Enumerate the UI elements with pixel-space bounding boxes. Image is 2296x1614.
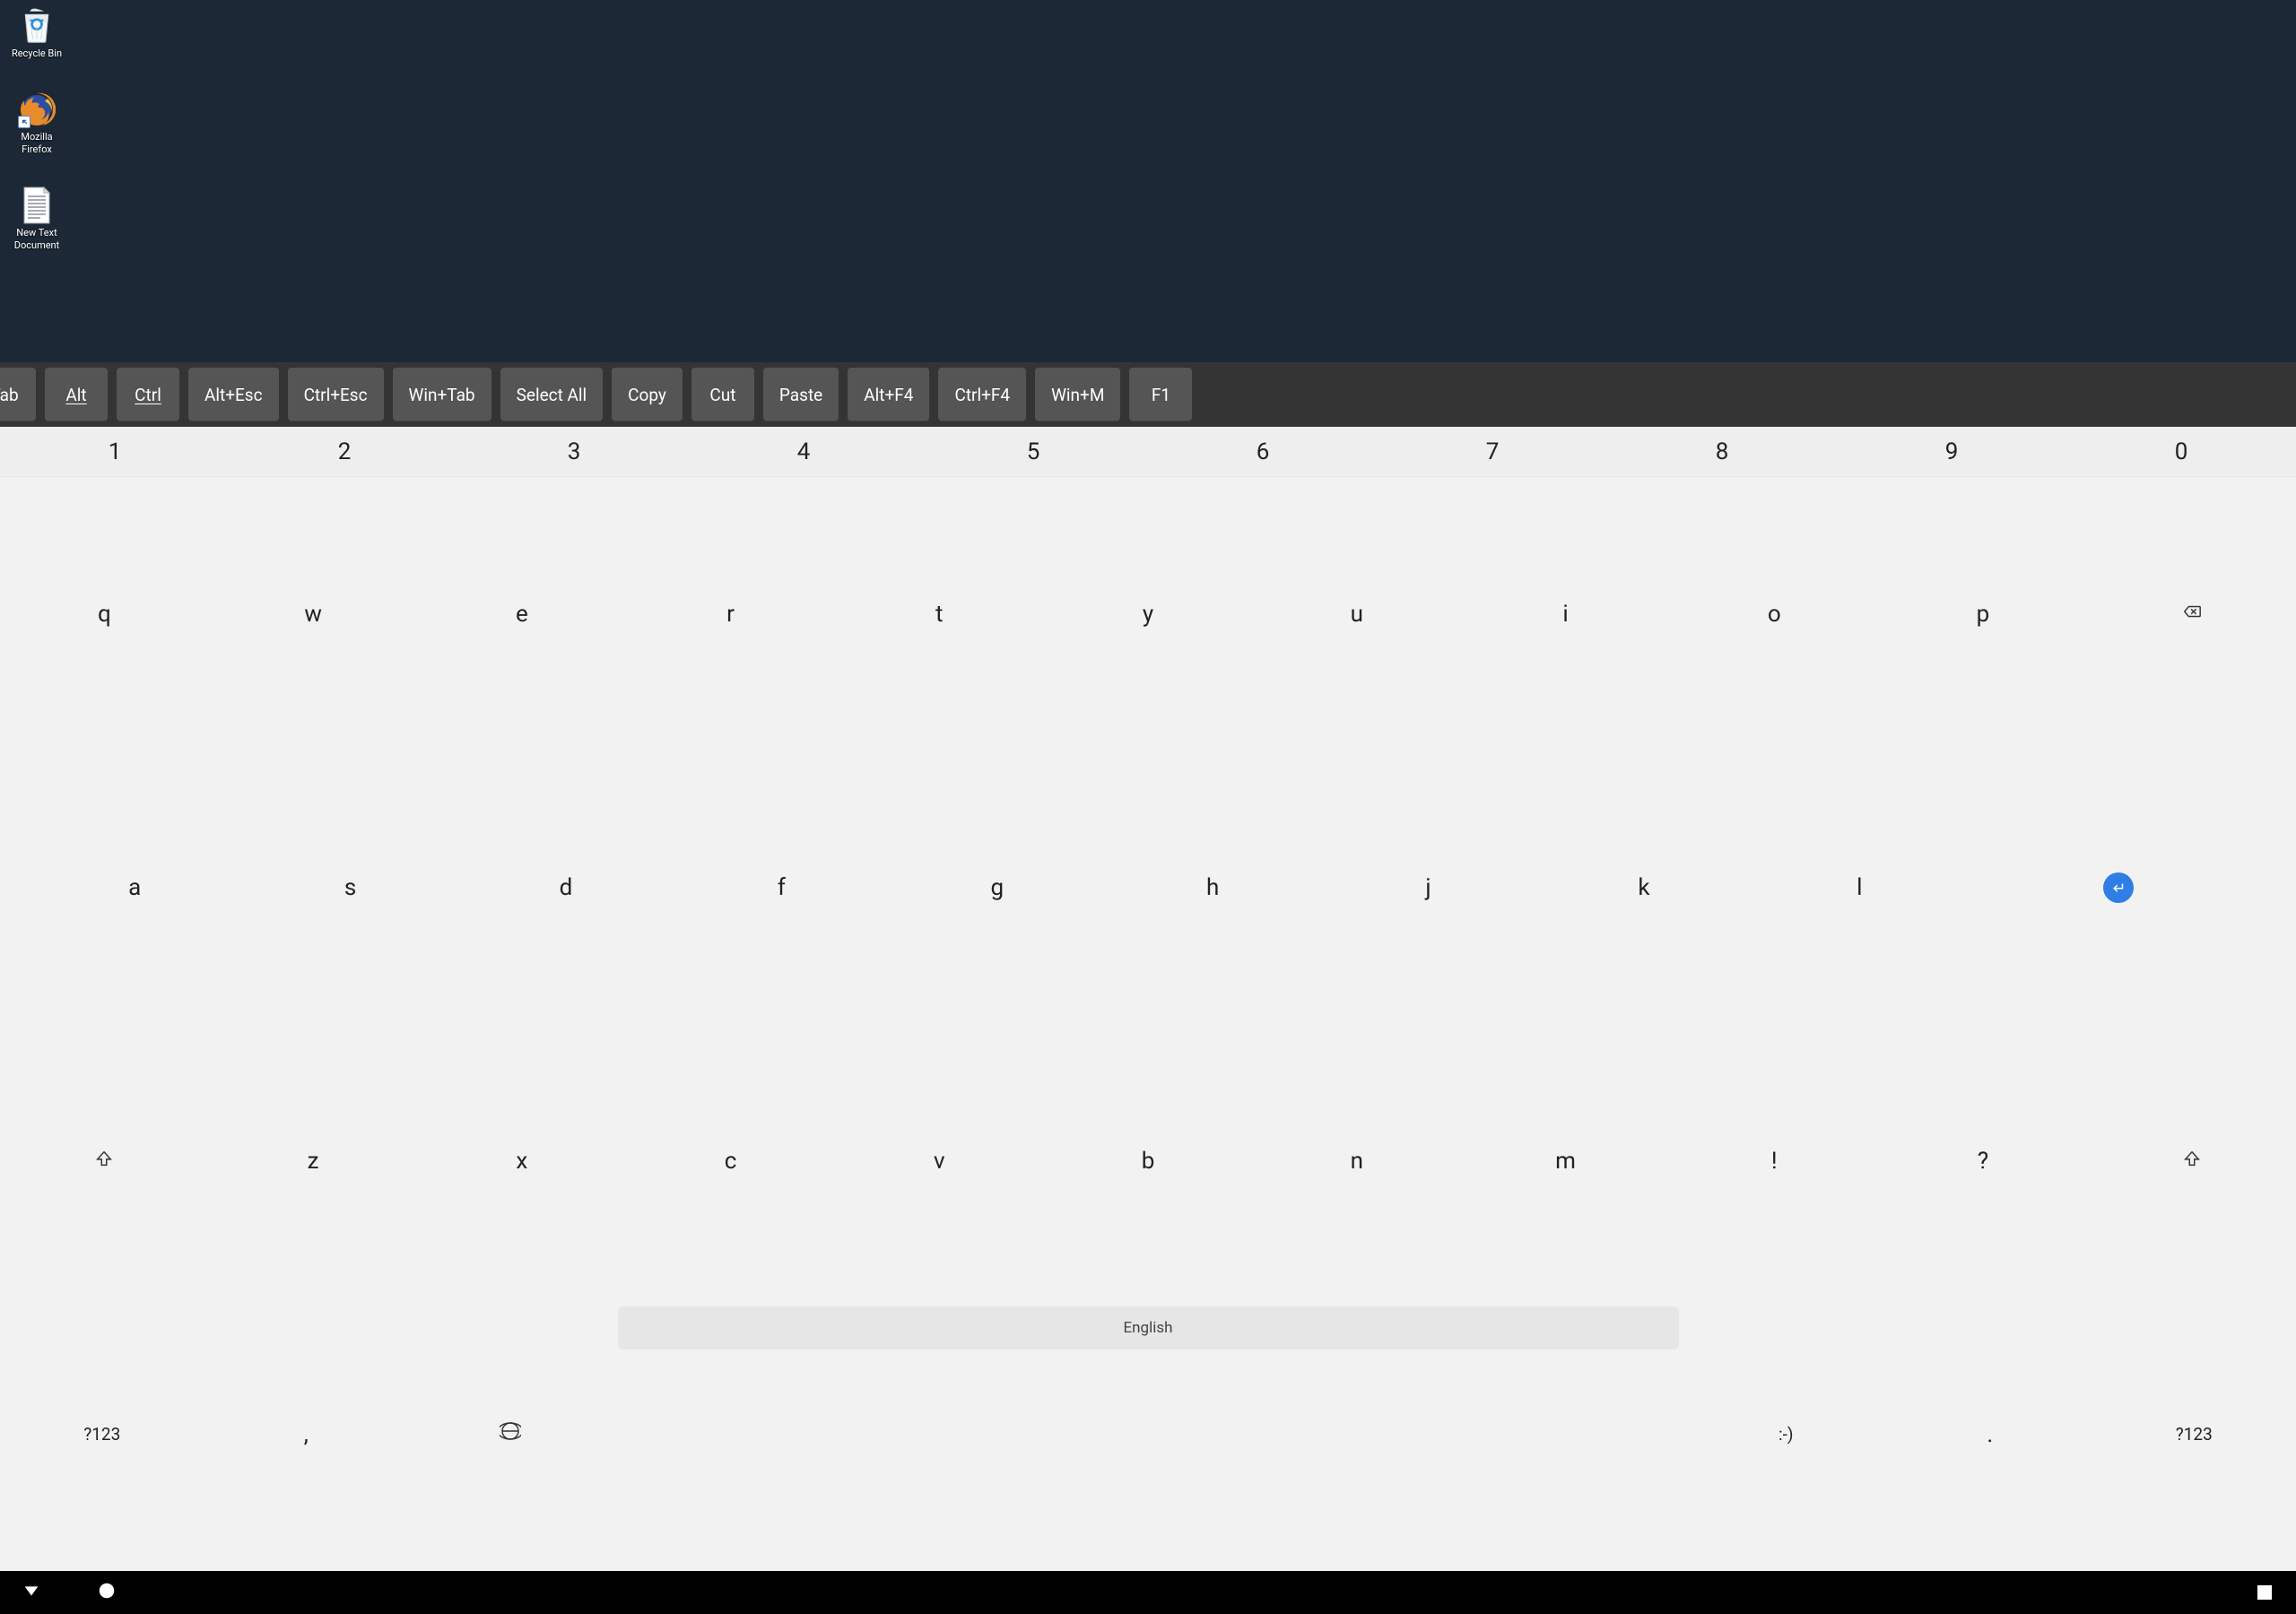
key-o[interactable]: o bbox=[1670, 477, 1879, 751]
remote-desktop[interactable]: Recycle Bin Mozilla Firefox bbox=[0, 0, 2296, 362]
enter-icon bbox=[2103, 872, 2134, 903]
key-s[interactable]: s bbox=[242, 751, 457, 1024]
key-enter[interactable] bbox=[1968, 751, 2270, 1024]
key-h[interactable]: h bbox=[1105, 751, 1320, 1024]
soft-keyboard: 1 2 3 4 5 6 7 8 9 0 q w e r t y u i o p … bbox=[0, 427, 2296, 1571]
key-d[interactable]: d bbox=[458, 751, 674, 1024]
key-y[interactable]: y bbox=[1044, 477, 1253, 751]
desktop-icon-label: New Text Document bbox=[5, 227, 68, 252]
shortcut-key-f1[interactable]: F1 bbox=[1129, 368, 1192, 421]
key-symbols-left[interactable]: ?123 bbox=[0, 1297, 204, 1571]
key-u[interactable]: u bbox=[1252, 477, 1461, 751]
nav-home-button[interactable] bbox=[97, 1583, 117, 1602]
shortcut-key-win-m[interactable]: Win+M bbox=[1035, 368, 1120, 421]
key-j[interactable]: j bbox=[1320, 751, 1535, 1024]
key-period[interactable]: . bbox=[1888, 1297, 2092, 1571]
key-comma[interactable]: , bbox=[204, 1297, 409, 1571]
shortcut-key-tab[interactable]: Tab bbox=[0, 368, 36, 421]
key-3[interactable]: 3 bbox=[459, 427, 689, 476]
desktop-icon-label: Recycle Bin bbox=[12, 48, 62, 60]
recycle-bin-icon bbox=[18, 7, 56, 45]
android-nav-bar bbox=[0, 1571, 2296, 1614]
key-n[interactable]: n bbox=[1252, 1024, 1461, 1297]
shift-icon bbox=[94, 1148, 114, 1175]
key-k[interactable]: k bbox=[1536, 751, 1752, 1024]
key-e[interactable]: e bbox=[417, 477, 626, 751]
shortcut-key-paste[interactable]: Paste bbox=[763, 368, 839, 421]
key-4[interactable]: 4 bbox=[689, 427, 918, 476]
desktop-icon-label: Mozilla Firefox bbox=[5, 131, 68, 156]
key-q[interactable]: q bbox=[0, 477, 209, 751]
key-space[interactable]: English bbox=[618, 1306, 1679, 1349]
keyboard-row-4: ?123 , English :-) . ?123 bbox=[0, 1297, 2296, 1571]
triangle-down-icon bbox=[22, 1581, 41, 1604]
key-t[interactable]: t bbox=[835, 477, 1044, 751]
desktop-icon-firefox[interactable]: Mozilla Firefox bbox=[5, 91, 68, 156]
keyboard-row-1: q w e r t y u i o p bbox=[0, 477, 2296, 751]
keyboard-row-2: a s d f g h j k l bbox=[0, 751, 2296, 1024]
keyboard-number-row: 1 2 3 4 5 6 7 8 9 0 bbox=[0, 427, 2296, 477]
shortcut-key-ctrl-esc[interactable]: Ctrl+Esc bbox=[288, 368, 384, 421]
key-p[interactable]: p bbox=[1879, 477, 2088, 751]
shortcut-key-alt-esc[interactable]: Alt+Esc bbox=[188, 368, 279, 421]
key-x[interactable]: x bbox=[417, 1024, 626, 1297]
shortcut-key-bar[interactable]: Tab Alt Ctrl Alt+Esc Ctrl+Esc Win+Tab Se… bbox=[0, 362, 2296, 427]
nav-recents-button[interactable] bbox=[2255, 1583, 2274, 1602]
shortcut-key-alt[interactable]: Alt bbox=[45, 368, 108, 421]
shortcut-key-cut[interactable]: Cut bbox=[691, 368, 754, 421]
firefox-icon bbox=[18, 91, 56, 128]
key-8[interactable]: 8 bbox=[1607, 427, 1837, 476]
key-question[interactable]: ? bbox=[1879, 1024, 2088, 1297]
key-7[interactable]: 7 bbox=[1378, 427, 1607, 476]
circle-icon bbox=[97, 1581, 117, 1604]
text-document-icon bbox=[18, 187, 56, 224]
backspace-icon bbox=[2182, 601, 2202, 628]
shortcut-key-select-all[interactable]: Select All bbox=[500, 368, 604, 421]
key-9[interactable]: 9 bbox=[1837, 427, 2066, 476]
shortcut-key-win-tab[interactable]: Win+Tab bbox=[393, 368, 491, 421]
desktop-icon-recycle-bin[interactable]: Recycle Bin bbox=[5, 7, 68, 60]
shortcut-key-ctrl[interactable]: Ctrl bbox=[117, 368, 179, 421]
globe-icon bbox=[500, 1420, 521, 1448]
key-1[interactable]: 1 bbox=[0, 427, 230, 476]
keyboard-row-3: z x c v b n m ! ? bbox=[0, 1024, 2296, 1297]
key-emoji[interactable]: :-) bbox=[1684, 1297, 1889, 1571]
key-g[interactable]: g bbox=[890, 751, 1105, 1024]
shortcut-key-alt-f4[interactable]: Alt+F4 bbox=[848, 368, 929, 421]
key-z[interactable]: z bbox=[209, 1024, 418, 1297]
shortcut-key-ctrl-f4[interactable]: Ctrl+F4 bbox=[938, 368, 1026, 421]
nav-back-button[interactable] bbox=[22, 1583, 41, 1602]
key-a[interactable]: a bbox=[27, 751, 242, 1024]
key-b[interactable]: b bbox=[1044, 1024, 1253, 1297]
key-backspace[interactable] bbox=[2087, 477, 2296, 751]
shift-icon bbox=[2182, 1148, 2202, 1175]
key-l[interactable]: l bbox=[1752, 751, 1967, 1024]
desktop-icon-text-document[interactable]: New Text Document bbox=[5, 187, 68, 252]
shortcut-key-copy[interactable]: Copy bbox=[612, 368, 683, 421]
key-0[interactable]: 0 bbox=[2066, 427, 2296, 476]
key-6[interactable]: 6 bbox=[1148, 427, 1378, 476]
key-symbols-right[interactable]: ?123 bbox=[2092, 1297, 2296, 1571]
nav-left-group bbox=[22, 1583, 117, 1602]
key-m[interactable]: m bbox=[1461, 1024, 1670, 1297]
key-v[interactable]: v bbox=[835, 1024, 1044, 1297]
key-r[interactable]: r bbox=[626, 477, 835, 751]
key-shift-right[interactable] bbox=[2087, 1024, 2296, 1297]
desktop-icons: Recycle Bin Mozilla Firefox bbox=[0, 7, 68, 252]
key-c[interactable]: c bbox=[626, 1024, 835, 1297]
key-exclaim[interactable]: ! bbox=[1670, 1024, 1879, 1297]
key-i[interactable]: i bbox=[1461, 477, 1670, 751]
key-2[interactable]: 2 bbox=[230, 427, 459, 476]
key-language[interactable] bbox=[408, 1297, 613, 1571]
key-w[interactable]: w bbox=[209, 477, 418, 751]
key-5[interactable]: 5 bbox=[918, 427, 1148, 476]
key-shift-left[interactable] bbox=[0, 1024, 209, 1297]
square-icon bbox=[2257, 1585, 2272, 1600]
shortcut-overlay-icon bbox=[18, 116, 30, 128]
key-f[interactable]: f bbox=[674, 751, 889, 1024]
